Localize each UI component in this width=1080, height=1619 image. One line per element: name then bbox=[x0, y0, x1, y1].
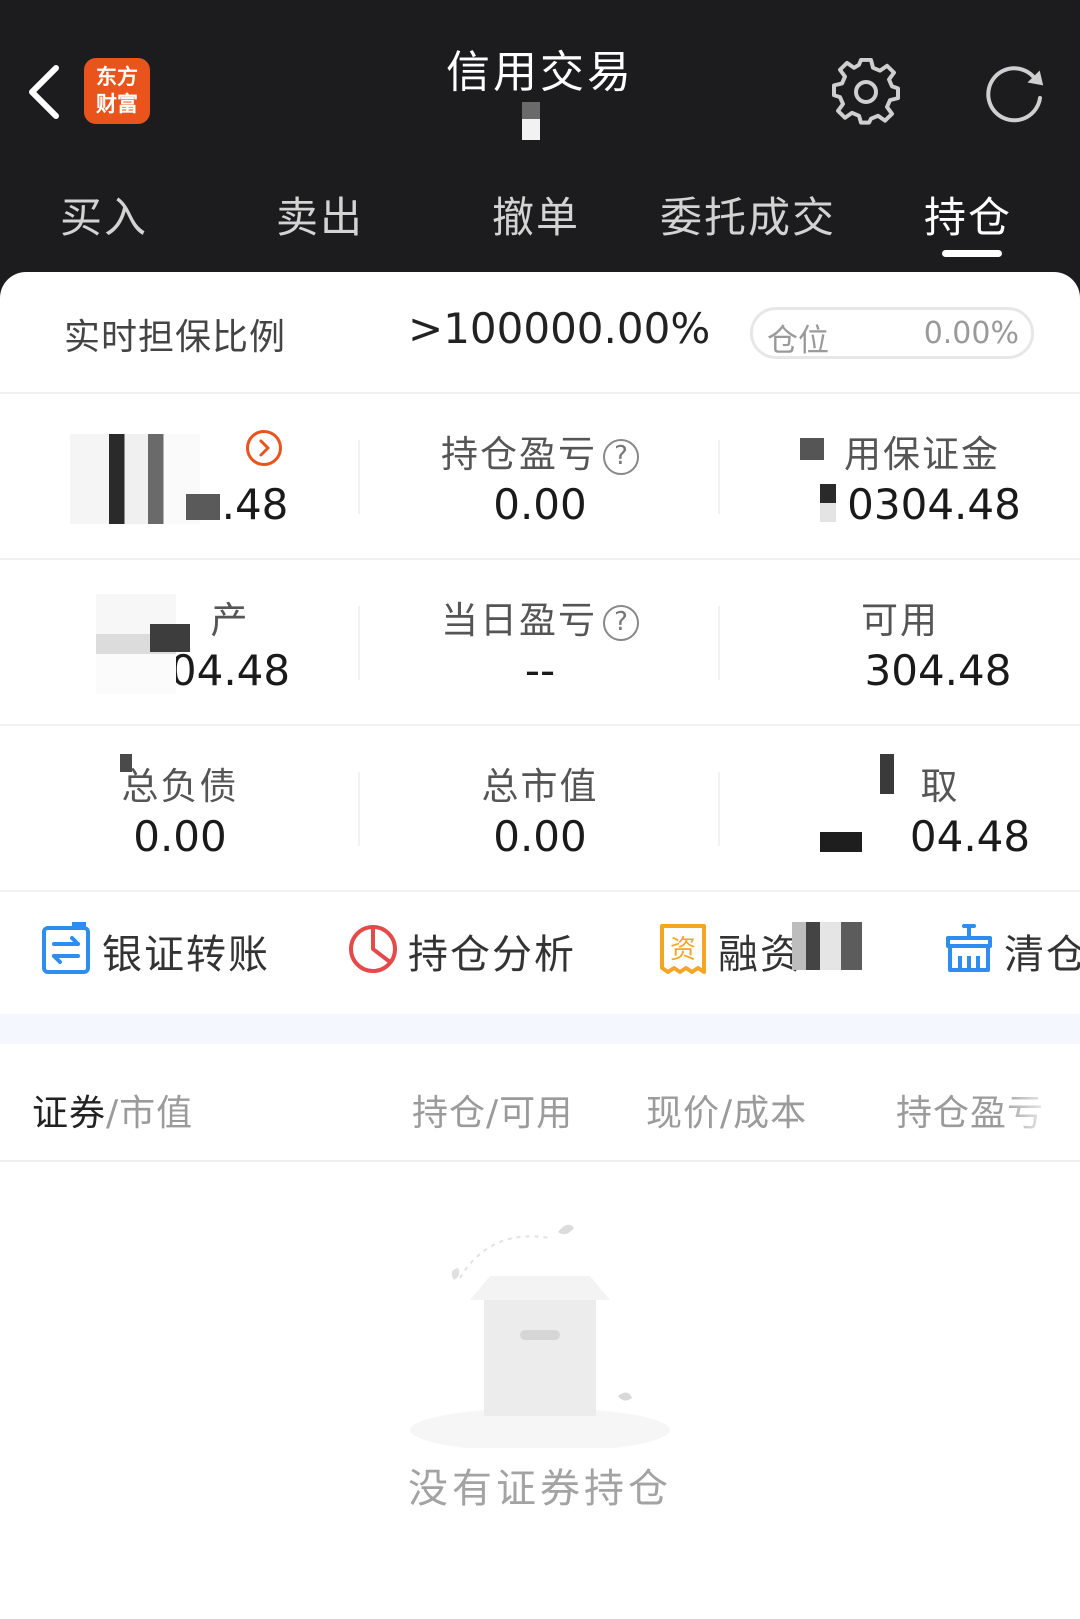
guarantee-ratio-row: 实时担保比例 >100000.00% 仓位 0.00% bbox=[0, 272, 1080, 394]
guarantee-ratio-label: 实时担保比例 bbox=[64, 317, 287, 358]
position-pnl-label-text: 持仓盈亏 bbox=[441, 433, 597, 476]
position-value: 0.00% bbox=[923, 316, 1019, 351]
shortcut-bar: 银证转账 持仓分析 资 融资 清仓 bbox=[0, 892, 1080, 1014]
position-pnl-label: 持仓盈亏? bbox=[360, 424, 720, 478]
financing-doc-icon: 资 bbox=[660, 924, 706, 974]
content-card: 实时担保比例 >100000.00% 仓位 0.00% 总资 .48 持仓盈亏?… bbox=[0, 272, 1080, 1619]
settings-button[interactable] bbox=[832, 57, 900, 126]
privacy-mosaic bbox=[150, 624, 190, 652]
total-market-value-value: 0.00 bbox=[493, 812, 587, 861]
col-price-cost[interactable]: 现价/成本 bbox=[646, 1084, 807, 1136]
available-label: 可用 bbox=[861, 599, 939, 642]
chevron-right-circle-icon[interactable] bbox=[246, 430, 282, 466]
col-market-value-label: /市值 bbox=[106, 1093, 194, 1134]
stats-row-3: 总负债 0.00 总市值 0.00 取 04.48 bbox=[0, 726, 1080, 892]
broom-icon bbox=[946, 924, 992, 972]
position-pnl-cell: 持仓盈亏? 0.00 bbox=[360, 394, 720, 558]
empty-box-icon bbox=[410, 1224, 670, 1448]
total-liabilities-label: 总负债 bbox=[121, 765, 239, 808]
active-tab-indicator bbox=[942, 250, 1002, 257]
financing-label: 融资 bbox=[718, 932, 802, 978]
guarantee-ratio-value: >100000.00% bbox=[408, 304, 711, 353]
total-market-value-label: 总市值 bbox=[481, 765, 599, 808]
privacy-mosaic bbox=[820, 484, 836, 522]
available-margin-value: 0304.48 bbox=[847, 480, 1021, 529]
col-security-value[interactable]: 证券/市值 bbox=[32, 1084, 193, 1136]
total-liabilities-cell: 总负债 0.00 bbox=[0, 726, 360, 890]
position-analysis-label: 持仓分析 bbox=[408, 932, 576, 978]
privacy-mosaic bbox=[880, 754, 894, 794]
top-bar: 东方 财富 信用交易 买入 卖出 撤单 委托成交 持仓 bbox=[0, 0, 1080, 272]
daily-pnl-value: -- bbox=[524, 646, 556, 695]
privacy-mosaic bbox=[800, 438, 824, 460]
position-label: 仓位 bbox=[767, 323, 829, 359]
available-margin-label: 用保证金 bbox=[844, 433, 1000, 476]
position-pnl-value: 0.00 bbox=[493, 480, 587, 529]
position-analysis-shortcut[interactable]: 持仓分析 bbox=[346, 916, 586, 982]
daily-pnl-label-text: 当日盈亏 bbox=[441, 599, 597, 642]
refresh-icon bbox=[986, 66, 1044, 123]
tab-cancel-order[interactable]: 撤单 bbox=[492, 184, 580, 245]
total-market-value-cell: 总市值 0.00 bbox=[360, 726, 720, 890]
privacy-mosaic bbox=[70, 434, 200, 524]
account-mosaic bbox=[522, 102, 540, 140]
section-separator bbox=[0, 1014, 1080, 1044]
daily-pnl-label: 当日盈亏? bbox=[360, 590, 720, 644]
col-security-label: 证券 bbox=[32, 1093, 107, 1134]
available-value: 304.48 bbox=[864, 646, 1012, 695]
empty-state-text: 没有证券持仓 bbox=[408, 1466, 672, 1512]
available-margin-cell: 用保证金 0304.48 bbox=[720, 394, 1080, 558]
privacy-mosaic bbox=[820, 832, 862, 852]
tab-buy[interactable]: 买入 bbox=[60, 184, 148, 245]
gear-icon bbox=[832, 57, 900, 125]
scroll-fade bbox=[1000, 1074, 1080, 1134]
daily-pnl-cell: 当日盈亏? -- bbox=[360, 560, 720, 724]
bank-transfer-label: 银证转账 bbox=[102, 932, 270, 978]
pie-chart-icon bbox=[349, 925, 397, 973]
holdings-table-header: 证券/市值 持仓/可用 现价/成本 持仓盈亏 bbox=[0, 1044, 1080, 1162]
trade-tabs: 买入 卖出 撤单 委托成交 持仓 bbox=[0, 178, 1080, 268]
withdrawable-label: 取 bbox=[920, 765, 960, 808]
col-holding-available[interactable]: 持仓/可用 bbox=[412, 1084, 573, 1136]
privacy-mosaic bbox=[186, 494, 220, 520]
financing-shortcut[interactable]: 资 融资 bbox=[656, 916, 886, 982]
clear-position-label: 清仓 bbox=[1004, 932, 1080, 978]
clear-position-shortcut[interactable]: 清仓 bbox=[942, 916, 1080, 982]
privacy-mosaic bbox=[792, 922, 862, 970]
privacy-mosaic bbox=[120, 754, 132, 772]
tab-orders-trades[interactable]: 委托成交 bbox=[660, 184, 836, 245]
available-cell: 可用 304.48 bbox=[720, 560, 1080, 724]
refresh-button[interactable] bbox=[978, 58, 1048, 126]
svg-text:资: 资 bbox=[670, 935, 696, 965]
tab-positions[interactable]: 持仓 bbox=[924, 184, 1012, 245]
total-liabilities-value: 0.00 bbox=[133, 812, 227, 861]
help-icon[interactable]: ? bbox=[603, 439, 639, 475]
page-title: 信用交易 bbox=[446, 47, 634, 98]
account-stats: 总资 .48 持仓盈亏? 0.00 用保证金 0304.48 产 04.48 bbox=[0, 394, 1080, 892]
tab-sell[interactable]: 卖出 bbox=[276, 184, 364, 245]
bank-transfer-shortcut[interactable]: 银证转账 bbox=[40, 916, 280, 982]
position-badge: 仓位 0.00% bbox=[750, 307, 1034, 359]
help-icon[interactable]: ? bbox=[603, 605, 639, 641]
withdrawable-cell: 取 04.48 bbox=[720, 726, 1080, 890]
bank-transfer-icon bbox=[42, 922, 90, 974]
